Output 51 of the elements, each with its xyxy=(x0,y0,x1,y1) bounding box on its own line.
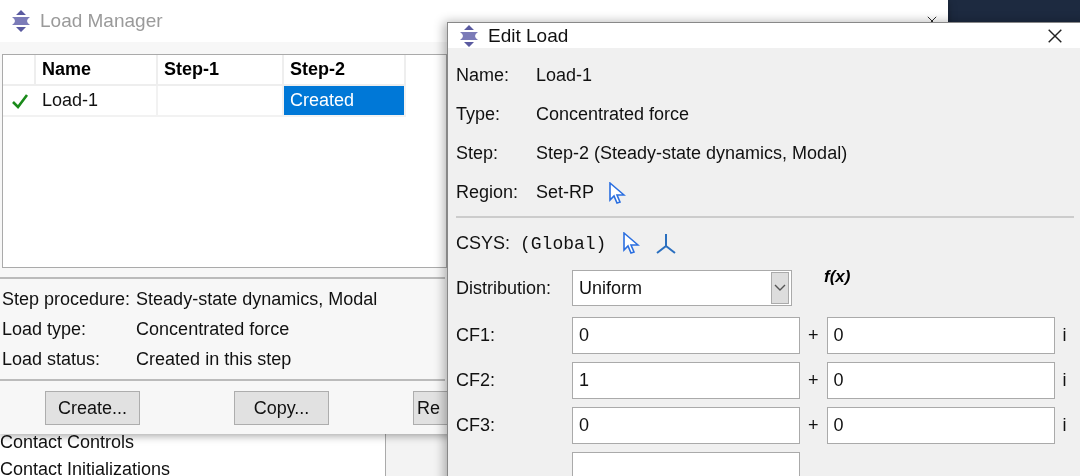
window-title: Load Manager xyxy=(40,10,163,32)
close-icon[interactable] xyxy=(1046,26,1064,45)
function-button[interactable]: f(x) xyxy=(824,267,851,287)
plus-sign: + xyxy=(808,325,819,346)
pointer-icon[interactable] xyxy=(608,181,627,204)
input-field[interactable]: 0 xyxy=(826,362,1055,399)
tree-item[interactable]: Contact Initializations xyxy=(0,459,385,476)
info-label: Load type: xyxy=(2,319,88,340)
field-value: Load-1 xyxy=(536,65,593,86)
imaginary-unit: i xyxy=(1062,325,1067,346)
app-logo-icon xyxy=(458,24,480,47)
action-button[interactable]: Create... xyxy=(45,391,140,425)
field-value: Step-2 (Steady-state dynamics, Modal) xyxy=(536,143,848,164)
field-label: Name: xyxy=(456,65,510,86)
field-label: Region: xyxy=(456,182,520,203)
field-label: CF1: xyxy=(456,325,496,346)
info-value: Concentrated force xyxy=(136,319,291,340)
input-field[interactable]: 0 xyxy=(826,317,1055,354)
plus-sign: + xyxy=(808,415,819,436)
input-field[interactable]: 0 xyxy=(826,407,1055,444)
app-logo-icon xyxy=(10,10,32,32)
info-label: Load status: xyxy=(2,349,102,370)
dialog-title: Edit Load xyxy=(488,24,569,47)
info-label: Step procedure: xyxy=(2,289,131,310)
chevron-down-icon xyxy=(774,284,786,292)
pointer-icon[interactable] xyxy=(622,231,641,254)
distribution-dropdown[interactable]: Uniform xyxy=(572,270,792,306)
plus-sign: + xyxy=(808,370,819,391)
field-label: Distribution: xyxy=(456,277,553,299)
info-value: Created in this step xyxy=(136,349,293,370)
field-label: Type: xyxy=(456,104,502,125)
tree-item[interactable]: Contact Controls xyxy=(0,432,385,453)
info-value: Steady-state dynamics, Modal xyxy=(136,289,379,310)
input-field[interactable]: 0 xyxy=(572,317,800,354)
imaginary-unit: i xyxy=(1062,370,1067,391)
table-cell[interactable]: Load-1 xyxy=(36,86,158,117)
field-label: CSYS: xyxy=(456,233,512,254)
table-cell[interactable]: Created xyxy=(284,86,406,117)
input-field[interactable]: 0 xyxy=(572,407,800,444)
field-label: CF2: xyxy=(456,370,496,391)
action-button[interactable]: Copy... xyxy=(234,391,329,425)
input-field[interactable]: 1 xyxy=(572,362,800,399)
field-label: Step: xyxy=(456,143,500,164)
column-header[interactable]: Name xyxy=(36,55,158,86)
field-value: Set-RP xyxy=(536,182,595,203)
column-header[interactable]: Step-1 xyxy=(158,55,284,86)
field-value: Concentrated force xyxy=(536,104,690,125)
field-label: CF3: xyxy=(456,415,496,436)
imaginary-unit: i xyxy=(1062,415,1067,436)
field-value: (Global) xyxy=(520,233,607,254)
header-cell xyxy=(3,55,36,86)
